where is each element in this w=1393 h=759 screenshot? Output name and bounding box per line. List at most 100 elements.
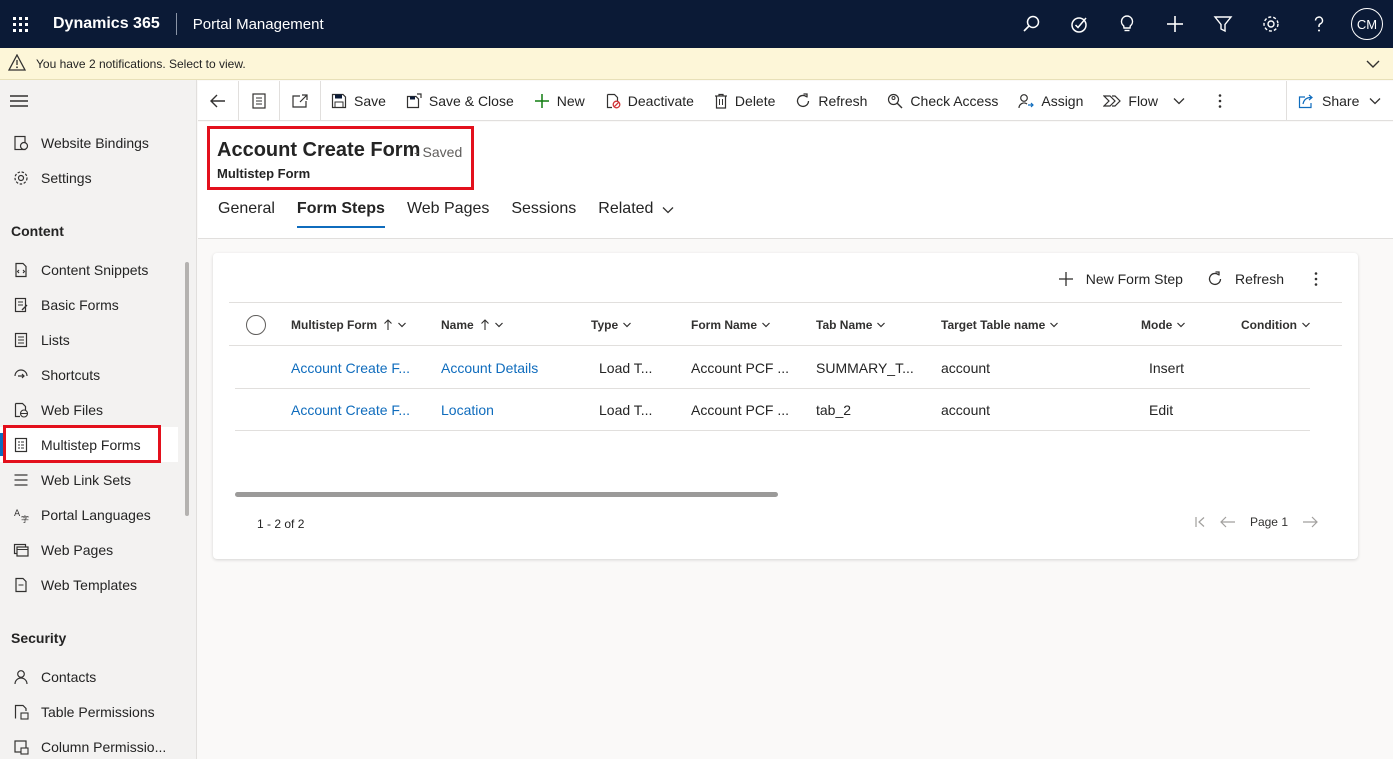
chevron-down-icon[interactable] (1365, 56, 1381, 75)
sidebar-item-column-permissions[interactable]: Column Permissio... (0, 729, 178, 759)
open-new-window-icon[interactable] (280, 80, 321, 121)
column-header-form-name[interactable]: Form Name (691, 303, 771, 347)
flow-button[interactable]: Flow (1093, 81, 1196, 121)
sidebar-item-portal-languages[interactable]: A字 Portal Languages (0, 497, 178, 532)
sidebar-item-label: Contacts (41, 668, 97, 685)
plus-icon[interactable] (1151, 0, 1199, 48)
sidebar-scrollbar[interactable] (185, 262, 189, 516)
horizontal-scrollbar[interactable] (235, 492, 778, 497)
sidebar-item-contacts[interactable]: Contacts (0, 659, 178, 694)
tab-list: General Form Steps Web Pages Sessions Re… (218, 200, 697, 228)
share-icon (1298, 94, 1313, 109)
more-commands-icon[interactable] (1196, 81, 1239, 121)
cell-mode: Insert (1149, 360, 1185, 376)
assign-button[interactable]: Assign (1008, 81, 1093, 121)
user-avatar[interactable]: CM (1351, 8, 1383, 40)
new-button[interactable]: New (524, 81, 595, 121)
sidebar-item-label: Content Snippets (41, 261, 149, 278)
person-icon (0, 669, 41, 685)
tab-form-steps[interactable]: Form Steps (296, 200, 385, 228)
nav-group-security: Security (11, 630, 67, 646)
previous-page-icon[interactable] (1220, 516, 1236, 528)
grid-refresh-button[interactable]: Refresh (1207, 271, 1284, 287)
column-header-target-table[interactable]: Target Table name (941, 303, 1059, 347)
refresh-button[interactable]: Refresh (785, 81, 877, 121)
share-button[interactable]: Share (1286, 81, 1393, 121)
tab-general[interactable]: General (218, 200, 275, 228)
check-access-button[interactable]: Check Access (877, 81, 1008, 121)
sidebar-item-label: Web Templates (41, 576, 137, 593)
cell-multistep-form[interactable]: Account Create F... (291, 389, 410, 431)
column-header-type[interactable]: Type (591, 303, 632, 347)
sidebar-item-table-permissions[interactable]: Table Permissions (0, 694, 178, 729)
save-button[interactable]: Save (321, 81, 396, 121)
record-set-icon[interactable] (239, 80, 280, 121)
notification-text[interactable]: You have 2 notifications. Select to view… (36, 57, 246, 71)
delete-button[interactable]: Delete (704, 81, 785, 121)
app-name[interactable]: Dynamics 365 (53, 15, 160, 33)
sidebar-item-label: Column Permissio... (41, 738, 167, 755)
highlight-box (3, 425, 161, 463)
sidebar-item-website-bindings[interactable]: Website Bindings (0, 125, 178, 160)
help-icon[interactable] (1295, 0, 1343, 48)
table-row[interactable]: Account Create F... Account Details Load… (235, 347, 1310, 389)
select-all-checkbox[interactable] (246, 315, 266, 335)
column-header-name[interactable]: Name (441, 303, 504, 347)
notification-bar[interactable]: You have 2 notifications. Select to view… (0, 48, 1393, 80)
cell-multistep-form[interactable]: Account Create F... (291, 347, 410, 389)
chevron-down-icon (762, 322, 770, 328)
chevron-down-icon (662, 207, 674, 214)
hamburger-menu-icon[interactable] (10, 94, 28, 111)
svg-text:字: 字 (21, 514, 29, 523)
sidebar-item-web-files[interactable]: Web Files (0, 392, 178, 427)
chevron-down-icon (1173, 97, 1185, 104)
check-access-icon (888, 93, 903, 108)
sort-ascending-icon (384, 319, 392, 330)
list-icon (0, 332, 41, 348)
tab-related[interactable]: Related (598, 200, 675, 228)
save-close-button[interactable]: Save & Close (396, 81, 524, 121)
grid-header-row: Multistep Form Name Type Form Name Tab N… (229, 302, 1342, 346)
new-form-step-button[interactable]: New Form Step (1058, 271, 1183, 287)
grid-more-icon[interactable] (1314, 271, 1330, 287)
app-launcher-icon[interactable] (0, 0, 40, 48)
sidebar-item-web-link-sets[interactable]: Web Link Sets (0, 462, 178, 497)
sidebar-item-lists[interactable]: Lists (0, 322, 178, 357)
tab-sessions[interactable]: Sessions (511, 200, 576, 228)
back-arrow-icon[interactable] (198, 80, 239, 121)
cell-type: Load T... (599, 402, 653, 418)
web-page-icon (0, 542, 41, 558)
search-icon[interactable] (1007, 0, 1055, 48)
divider (175, 13, 177, 35)
settings-gear-icon[interactable] (1247, 0, 1295, 48)
website-bindings-icon (0, 135, 41, 151)
sidebar-item-label: Web Pages (41, 541, 114, 558)
filter-icon[interactable] (1199, 0, 1247, 48)
cell-name[interactable]: Location (441, 389, 494, 431)
first-page-icon[interactable] (1194, 516, 1206, 528)
web-file-icon (0, 402, 41, 418)
tab-web-pages[interactable]: Web Pages (407, 200, 489, 228)
chevron-down-icon (494, 322, 503, 328)
table-row[interactable]: Account Create F... Location Load T... A… (235, 389, 1310, 431)
deactivate-button[interactable]: Deactivate (595, 81, 704, 121)
cell-name[interactable]: Account Details (441, 347, 538, 389)
sidebar-item-settings[interactable]: Settings (0, 160, 178, 195)
sidebar-item-content-snippets[interactable]: Content Snippets (0, 252, 178, 287)
cell-form-name: Account PCF ... (691, 402, 790, 418)
sidebar-item-web-templates[interactable]: Web Templates (0, 567, 178, 602)
column-header-condition[interactable]: Condition (1241, 303, 1311, 347)
snippet-icon (0, 262, 41, 278)
lightbulb-icon[interactable] (1103, 0, 1151, 48)
task-check-icon[interactable] (1055, 0, 1103, 48)
next-page-icon[interactable] (1302, 516, 1318, 528)
column-header-mode[interactable]: Mode (1141, 303, 1186, 347)
chevron-down-icon (623, 322, 632, 328)
column-header-multistep-form[interactable]: Multistep Form (291, 303, 407, 347)
sidebar-item-basic-forms[interactable]: Basic Forms (0, 287, 178, 322)
sidebar-item-label: Settings (41, 169, 92, 186)
column-header-tab-name[interactable]: Tab Name (816, 303, 886, 347)
sidebar-item-shortcuts[interactable]: Shortcuts (0, 357, 178, 392)
module-name[interactable]: Portal Management (193, 16, 324, 33)
sidebar-item-web-pages[interactable]: Web Pages (0, 532, 178, 567)
